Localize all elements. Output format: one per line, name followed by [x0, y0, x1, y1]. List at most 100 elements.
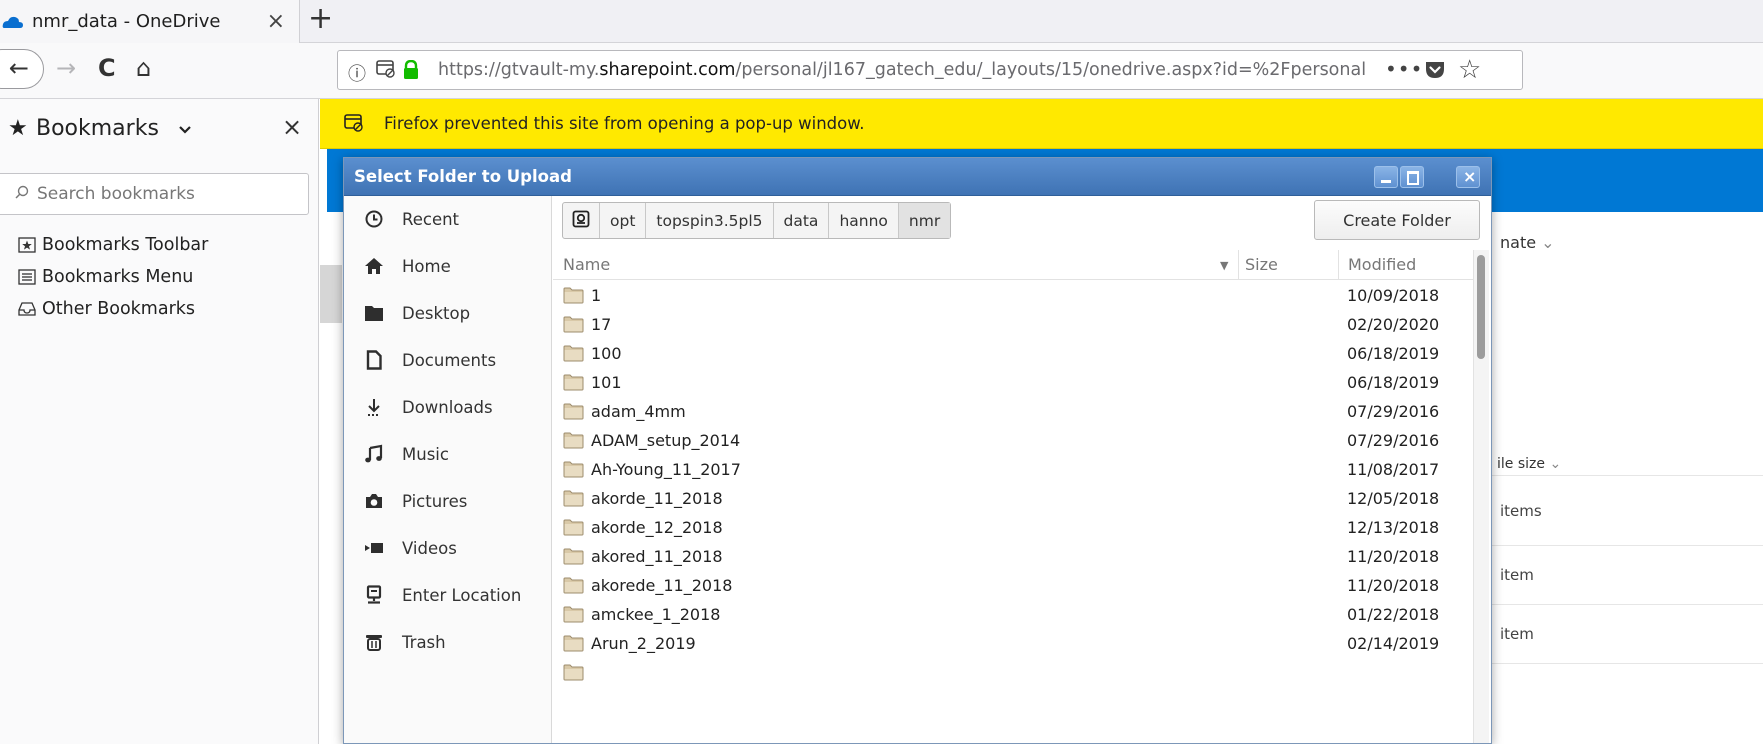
file-row[interactable]: 17 02/20/2020 [553, 311, 1473, 340]
file-row[interactable]: adam_4mm 07/29/2016 [553, 398, 1473, 427]
row-divider [1488, 663, 1763, 664]
search-icon [15, 184, 29, 203]
onedrive-item-count: item [1500, 625, 1534, 643]
onedrive-item-count: item [1500, 566, 1534, 584]
video-camera-icon [362, 536, 386, 560]
folder-icon [563, 577, 584, 594]
maximize-button[interactable] [1400, 166, 1424, 188]
page-scroll-indicator[interactable] [320, 265, 342, 323]
path-crumb[interactable]: data [774, 203, 830, 238]
file-row[interactable]: Arun_2_2019 02/14/2019 [553, 630, 1473, 659]
onedrive-column-header[interactable]: nate ⌄ [1500, 233, 1555, 252]
column-separator[interactable] [1338, 250, 1339, 280]
bookmarks-sidebar: ★ Bookmarks × Bookmarks Toolbar Bookmark… [0, 99, 319, 744]
folder-icon [563, 664, 584, 681]
sort-descending-icon[interactable]: ▼ [1220, 259, 1228, 272]
file-list-scrollbar[interactable] [1473, 250, 1489, 743]
file-row[interactable]: akored_11_2018 11/20/2018 [553, 543, 1473, 572]
dialog-close-button[interactable]: × [1456, 166, 1480, 188]
file-name: adam_4mm [591, 402, 686, 421]
tab-onedrive[interactable]: nmr_data - OneDrive × [0, 0, 300, 43]
place-videos[interactable]: Videos [344, 525, 551, 571]
place-downloads[interactable]: Downloads [344, 384, 551, 430]
place-desktop[interactable]: Desktop [344, 290, 551, 336]
bookmark-folder-other[interactable]: Other Bookmarks [18, 295, 195, 323]
path-root-button[interactable] [563, 203, 600, 238]
sidebar-close-icon[interactable]: × [282, 113, 302, 141]
dialog-title: Select Folder to Upload [354, 167, 572, 186]
bookmark-star-icon[interactable]: ☆ [1458, 55, 1481, 85]
place-trash[interactable]: Trash [344, 619, 551, 665]
column-modified-header[interactable]: Modified [1348, 255, 1416, 274]
file-row[interactable]: ADAM_setup_2014 07/29/2016 [553, 427, 1473, 456]
column-header-text: nate [1500, 233, 1537, 252]
file-row[interactable]: akorde_12_2018 12/13/2018 [553, 514, 1473, 543]
row-divider [1488, 475, 1763, 476]
reload-button[interactable]: C [98, 53, 116, 83]
secure-lock-icon[interactable] [402, 59, 420, 80]
url-text[interactable]: https://gtvault-my.sharepoint.com/person… [438, 60, 1478, 80]
home-button[interactable]: ⌂ [136, 53, 151, 83]
place-recent[interactable]: Recent [344, 196, 551, 242]
page-actions-more-icon[interactable]: ••• [1385, 57, 1423, 81]
path-crumb[interactable]: topspin3.5pl5 [646, 203, 774, 238]
scrollbar-thumb[interactable] [1477, 255, 1485, 359]
sidebar-title[interactable]: Bookmarks [36, 116, 159, 141]
hard-disk-icon [572, 210, 590, 232]
onedrive-file-size-header[interactable]: ile size ⌄ [1497, 456, 1561, 472]
file-modified: 06/18/2019 [1347, 344, 1440, 363]
path-crumb-current[interactable]: nmr [898, 203, 951, 238]
url-bar[interactable]: ⓘ https://gtvault-my.sharepoint.com/pers… [337, 50, 1523, 90]
column-separator[interactable] [1238, 250, 1239, 280]
file-name: 17 [591, 315, 612, 334]
back-button[interactable]: ← [0, 49, 44, 89]
places-sidebar: Recent Home Desktop Documents Downloads [344, 196, 552, 743]
path-crumb[interactable]: hanno [829, 203, 899, 238]
select-folder-dialog: Select Folder to Upload × Recent Home De… [343, 157, 1492, 744]
column-name-header[interactable]: Name [563, 255, 610, 274]
chevron-down-icon[interactable] [178, 119, 192, 140]
trash-icon [362, 630, 386, 654]
file-modified: 07/29/2016 [1347, 402, 1440, 421]
place-enter-location[interactable]: Enter Location [344, 572, 551, 618]
place-documents[interactable]: Documents [344, 337, 551, 383]
file-row[interactable]: akorede_11_2018 11/20/2018 [553, 572, 1473, 601]
search-bookmarks-input[interactable] [37, 182, 297, 206]
place-label: Desktop [402, 303, 471, 323]
file-row[interactable]: 1 10/09/2018 [553, 282, 1473, 311]
path-crumb[interactable]: opt [600, 203, 647, 238]
file-row[interactable]: Ah-Young_11_2017 11/08/2017 [553, 456, 1473, 485]
sidebar-header: ★ Bookmarks × [0, 99, 319, 159]
folder-icon [563, 490, 584, 507]
file-modified: 02/20/2020 [1347, 315, 1440, 334]
bookmark-folder-toolbar[interactable]: Bookmarks Toolbar [18, 231, 208, 259]
bookmarks-search-box[interactable] [0, 173, 309, 215]
create-folder-button[interactable]: Create Folder [1314, 200, 1480, 240]
document-icon [362, 348, 386, 372]
file-row[interactable]: akorde_11_2018 12/05/2018 [553, 485, 1473, 514]
file-row[interactable]: 100 06/18/2019 [553, 340, 1473, 369]
place-music[interactable]: Music [344, 431, 551, 477]
file-row-partial[interactable] [553, 659, 1473, 688]
forward-button[interactable]: → [56, 53, 76, 83]
file-modified: 07/29/2016 [1347, 431, 1440, 450]
file-row[interactable]: 101 06/18/2019 [553, 369, 1473, 398]
pocket-icon[interactable] [1424, 60, 1446, 84]
file-row[interactable]: amckee_1_2018 01/22/2018 [553, 601, 1473, 630]
new-tab-button[interactable]: + [308, 4, 333, 34]
minimize-button[interactable] [1374, 166, 1398, 188]
tab-close-icon[interactable]: × [267, 9, 285, 34]
bookmark-folder-menu[interactable]: Bookmarks Menu [18, 263, 193, 291]
popup-blocked-icon[interactable] [376, 60, 396, 78]
place-pictures[interactable]: Pictures [344, 478, 551, 524]
folder-icon [563, 461, 584, 478]
place-home[interactable]: Home [344, 243, 551, 289]
file-name: amckee_1_2018 [591, 605, 721, 624]
site-info-icon[interactable]: ⓘ [348, 60, 366, 86]
dialog-titlebar[interactable]: Select Folder to Upload × [344, 158, 1491, 196]
place-label: Pictures [402, 491, 468, 511]
place-label: Downloads [402, 397, 493, 417]
file-modified: 01/22/2018 [1347, 605, 1440, 624]
url-domain: sharepoint.com [599, 60, 736, 80]
column-size-header[interactable]: Size [1245, 255, 1278, 274]
